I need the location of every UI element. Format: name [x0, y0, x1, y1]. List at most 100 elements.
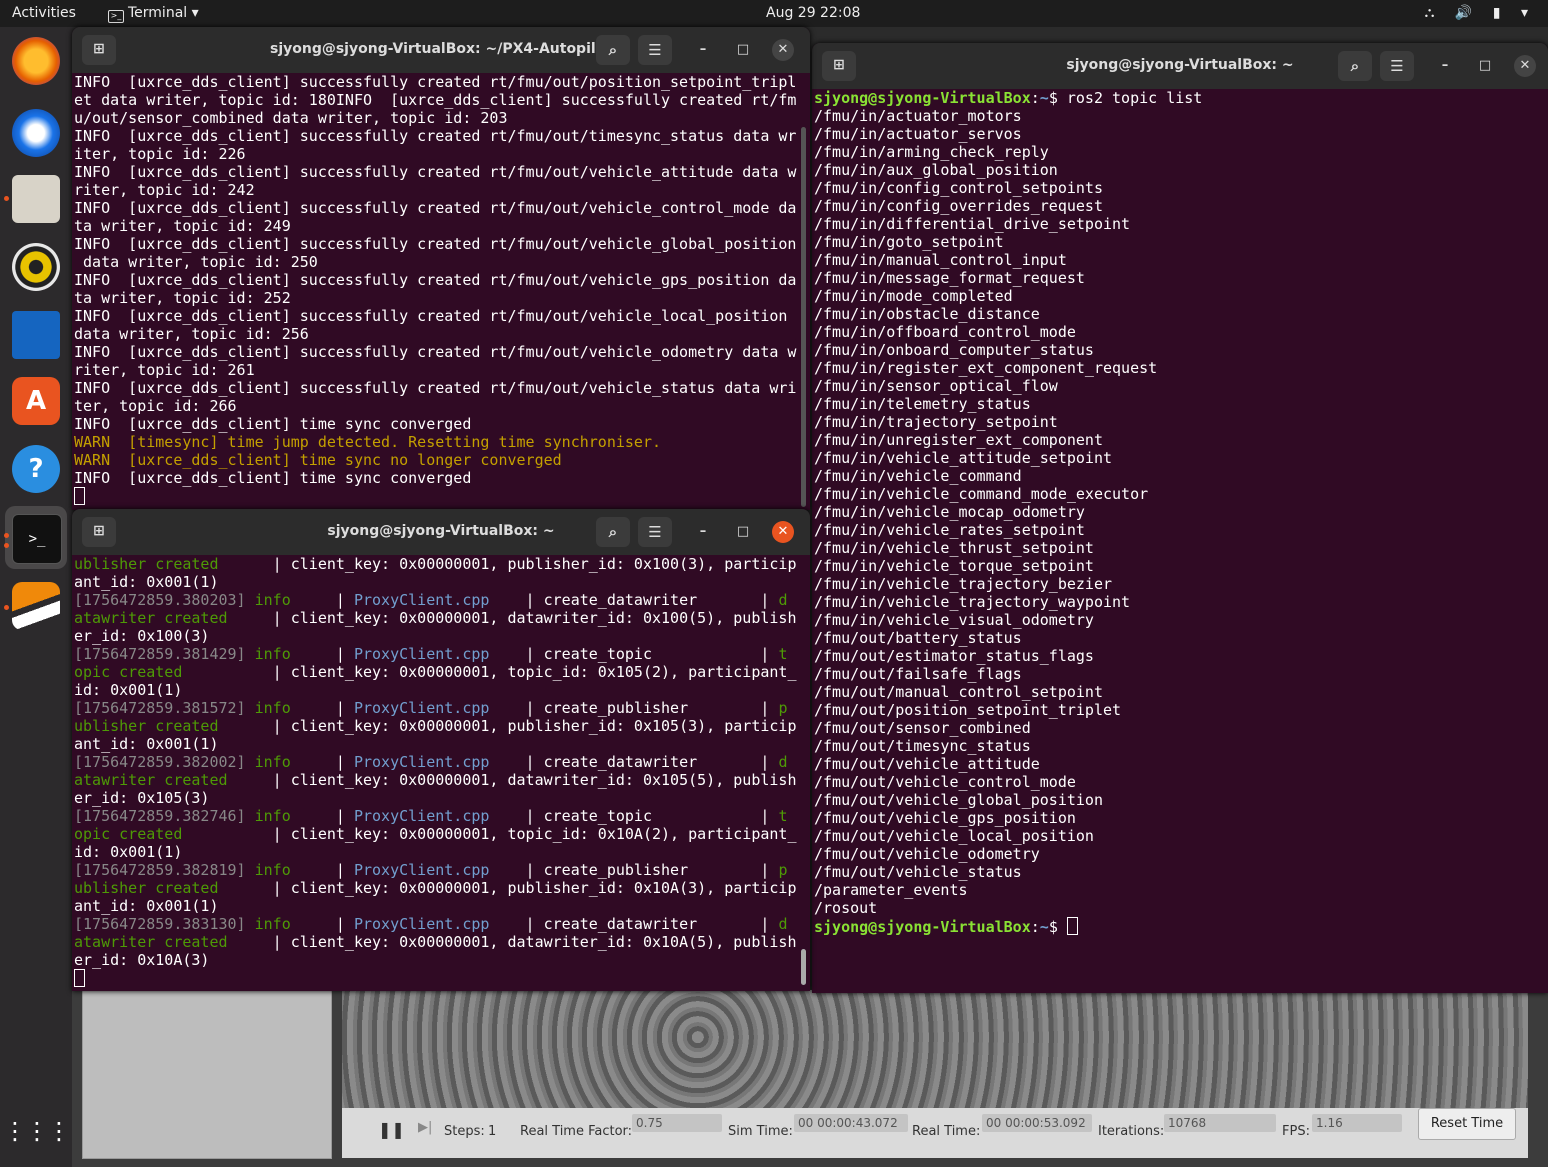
terminal-icon: >_ — [108, 10, 124, 23]
topic-item: /fmu/in/vehicle_rates_setpoint — [814, 521, 1085, 539]
prompt-user: sjyong@sjyong-VirtualBox — [814, 89, 1031, 107]
rtf-label: Real Time Factor: — [520, 1124, 633, 1139]
topic-item: /fmu/out/sensor_combined — [814, 719, 1031, 737]
terminal-window-agent[interactable]: ⊞ sjyong@sjyong-VirtualBox: ~ ⌕ ☰ – □ ✕ … — [72, 509, 810, 991]
terminal-output[interactable]: sjyong@sjyong-VirtualBox:~$ ros2 topic l… — [814, 89, 1202, 936]
pause-icon[interactable]: ❚❚ — [378, 1120, 405, 1139]
topic-item: /fmu/out/position_setpoint_triplet — [814, 701, 1122, 719]
files-icon[interactable] — [12, 175, 60, 223]
text-cursor — [1066, 917, 1078, 935]
topic-item: /fmu/in/mode_completed — [814, 287, 1013, 305]
maximize-icon[interactable]: □ — [732, 521, 754, 543]
app-menu[interactable]: >_ Terminal ▾ — [108, 5, 199, 23]
topic-item: /fmu/in/vehicle_trajectory_waypoint — [814, 593, 1131, 611]
real-time-value: 00 00:00:53.092 — [982, 1114, 1092, 1132]
prompt-path: ~ — [1039, 918, 1049, 936]
close-icon[interactable]: ✕ — [772, 39, 794, 61]
menu-icon[interactable]: ☰ — [638, 517, 672, 547]
topic-item: /fmu/out/vehicle_odometry — [814, 845, 1040, 863]
topic-item: /fmu/out/battery_status — [814, 629, 1022, 647]
log-entry: [1756472859.380203] info | ProxyClient.c… — [74, 591, 797, 645]
log-line: INFO [uxrce_dds_client] time sync conver… — [74, 469, 472, 487]
gazebo-status-bar: ❚❚ ▶| Steps: 1 Real Time Factor: 0.75 Si… — [342, 1108, 1528, 1158]
topic-item: /fmu/out/estimator_status_flags — [814, 647, 1094, 665]
topic-item: /fmu/out/failsafe_flags — [814, 665, 1022, 683]
log-line: INFO [uxrce_dds_client] successfully cre… — [74, 379, 797, 397]
search-icon[interactable]: ⌕ — [596, 517, 630, 547]
libreoffice-writer-icon[interactable] — [12, 311, 60, 359]
dock: A ? >_ ⋮⋮⋮ — [0, 27, 72, 1167]
terminal-icon[interactable]: >_ — [12, 514, 62, 564]
topic-item: /fmu/out/vehicle_global_position — [814, 791, 1103, 809]
terminal-output[interactable]: INFO [uxrce_dds_client] successfully cre… — [74, 73, 796, 506]
menu-icon[interactable]: ☰ — [1380, 51, 1414, 81]
log-line: et data writer, topic id: 180INFO [uxrce… — [74, 91, 797, 109]
agent-log-entries: [1756472859.380203] info | ProxyClient.c… — [74, 591, 796, 969]
minimize-icon[interactable]: – — [692, 39, 714, 61]
help-icon[interactable]: ? — [12, 445, 60, 493]
rhythmbox-icon[interactable] — [12, 243, 60, 291]
topic-item: /fmu/in/message_format_request — [814, 269, 1085, 287]
warn-line: WARN [uxrce_dds_client] time sync no lon… — [74, 451, 562, 469]
topic-item: /fmu/in/differential_drive_setpoint — [814, 215, 1131, 233]
scrollbar[interactable] — [801, 949, 806, 985]
terminal-output[interactable]: ublisher created | client_key: 0x0000000… — [74, 555, 796, 988]
log-line: iter, topic id: 226 — [74, 145, 246, 163]
reset-time-button[interactable]: Reset Time — [1418, 1108, 1516, 1140]
topic-item: /fmu/in/offboard_control_mode — [814, 323, 1076, 341]
minimize-icon[interactable]: – — [1434, 55, 1456, 77]
topic-item: /fmu/in/register_ext_component_request — [814, 359, 1158, 377]
topic-item: /fmu/in/aux_global_position — [814, 161, 1058, 179]
close-icon[interactable]: ✕ — [1514, 55, 1536, 77]
maximize-icon[interactable]: □ — [732, 39, 754, 61]
search-icon[interactable]: ⌕ — [1338, 51, 1372, 81]
show-apps-icon[interactable]: ⋮⋮⋮ — [3, 1107, 71, 1155]
log-line: riter, topic id: 242 — [74, 181, 255, 199]
topic-item: /fmu/in/config_control_setpoints — [814, 179, 1103, 197]
log-line: INFO [uxrce_dds_client] successfully cre… — [74, 163, 797, 181]
firefox-icon[interactable] — [12, 37, 60, 85]
topic-item: /fmu/in/arming_check_reply — [814, 143, 1049, 161]
topic-item: /fmu/in/vehicle_mocap_odometry — [814, 503, 1085, 521]
topic-item: /fmu/in/vehicle_torque_setpoint — [814, 557, 1094, 575]
real-time-label: Real Time: — [912, 1124, 981, 1139]
topic-item: /fmu/out/vehicle_local_position — [814, 827, 1094, 845]
step-icon[interactable]: ▶| — [418, 1120, 432, 1135]
terminal-window-px4[interactable]: ⊞ sjyong@sjyong-VirtualBox: ~/PX4-Autopi… — [72, 27, 810, 510]
topic-item: /fmu/in/telemetry_status — [814, 395, 1031, 413]
terminal-header: ⊞ sjyong@sjyong-VirtualBox: ~ ⌕ ☰ – □ ✕ — [72, 509, 810, 555]
log-line: u/out/sensor_combined data writer, topic… — [74, 109, 508, 127]
minimize-icon[interactable]: – — [692, 521, 714, 543]
log-lines: INFO [uxrce_dds_client] successfully cre… — [74, 73, 796, 433]
clock[interactable]: Aug 29 22:08 — [766, 5, 860, 21]
system-tray[interactable]: ⛬ 🔊 ▮ ▾ — [1425, 5, 1536, 21]
app-center-icon[interactable]: A — [12, 377, 60, 425]
running-indicator — [4, 543, 9, 548]
gazebo-3d-scene[interactable] — [342, 990, 1528, 1108]
thunderbird-icon[interactable] — [12, 109, 60, 157]
topic-item: /fmu/out/vehicle_control_mode — [814, 773, 1076, 791]
topic-item: /fmu/out/vehicle_status — [814, 863, 1022, 881]
running-indicator — [4, 533, 9, 538]
topic-item: /fmu/in/vehicle_visual_odometry — [814, 611, 1094, 629]
topic-item: /rosout — [814, 899, 878, 917]
fps-label: FPS: — [1282, 1124, 1310, 1139]
menu-icon[interactable]: ☰ — [638, 35, 672, 65]
gazebo-icon[interactable] — [12, 582, 60, 630]
terminal-window-ros2[interactable]: ⊞ sjyong@sjyong-VirtualBox: ~ ⌕ ☰ – □ ✕ … — [812, 43, 1548, 993]
sim-time-value: 00 00:00:43.072 — [794, 1114, 908, 1132]
log-line: INFO [uxrce_dds_client] successfully cre… — [74, 271, 797, 289]
gazebo-window: ❚❚ ▶| Steps: 1 Real Time Factor: 0.75 Si… — [72, 990, 1548, 1167]
topic-item: /fmu/in/vehicle_thrust_setpoint — [814, 539, 1094, 557]
maximize-icon[interactable]: □ — [1474, 55, 1496, 77]
search-icon[interactable]: ⌕ — [596, 35, 630, 65]
scrollbar[interactable] — [801, 127, 806, 507]
log-entry: [1756472859.382002] info | ProxyClient.c… — [74, 753, 797, 807]
log-line: INFO [uxrce_dds_client] time sync conver… — [74, 415, 472, 433]
activities-button[interactable]: Activities — [12, 5, 76, 21]
steps-value[interactable]: 1 — [488, 1124, 496, 1139]
close-icon[interactable]: ✕ — [772, 521, 794, 543]
log-line: INFO [uxrce_dds_client] successfully cre… — [74, 127, 797, 145]
log-line: data writer, topic id: 250 — [74, 253, 318, 271]
log-entry: [1756472859.382819] info | ProxyClient.c… — [74, 861, 797, 915]
